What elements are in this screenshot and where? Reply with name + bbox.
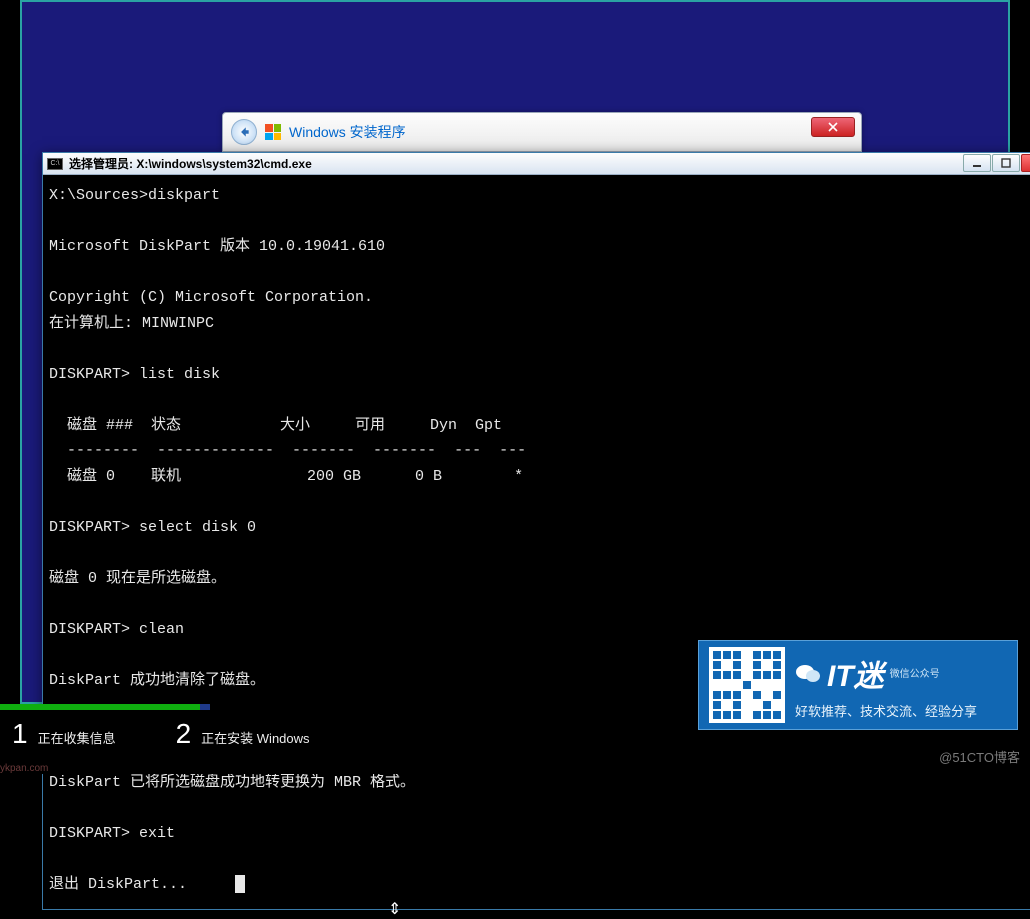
- terminal-line: 磁盘 ### 状态 大小 可用 Dyn Gpt: [49, 417, 502, 434]
- step-number: 2: [176, 718, 192, 750]
- close-button[interactable]: [1021, 154, 1030, 172]
- setup-window-title: Windows 安装程序: [289, 122, 406, 142]
- qr-code-icon: [709, 647, 785, 723]
- windows-setup-window: Windows 安装程序: [222, 112, 862, 152]
- step-installing-windows: 2 正在安装 Windows: [176, 718, 310, 750]
- arrow-left-icon: [237, 125, 251, 139]
- terminal-line: 在计算机上: MINWINPC: [49, 315, 214, 332]
- terminal-output[interactable]: X:\Sources>diskpart Microsoft DiskPart 版…: [43, 175, 1030, 909]
- cmd-window: C:\ 选择管理员: X:\windows\system32\cmd.exe X…: [42, 152, 1030, 910]
- watermark-brand: IT迷: [827, 651, 884, 695]
- watermark-tagline: 好软推荐、技术交流、经验分享: [795, 701, 977, 720]
- cmd-titlebar[interactable]: C:\ 选择管理员: X:\windows\system32\cmd.exe: [43, 153, 1030, 175]
- terminal-line: DISKPART> clean: [49, 621, 184, 638]
- credit-text: @51CTO博客: [939, 747, 1020, 766]
- terminal-line: Copyright (C) Microsoft Corporation.: [49, 289, 373, 306]
- close-icon: [828, 122, 838, 132]
- step-label: 正在收集信息: [38, 728, 116, 747]
- terminal-line: X:\Sources>diskpart: [49, 187, 220, 204]
- step-label: 正在安装 Windows: [201, 728, 309, 747]
- progress-active-segment: [200, 704, 210, 710]
- terminal-line: DISKPART> exit: [49, 825, 175, 842]
- windows-logo-icon: [265, 124, 281, 140]
- tiny-credit-text: ykpan.com: [0, 763, 48, 774]
- terminal-line: DISKPART> list disk: [49, 366, 220, 383]
- wechat-icon: [795, 662, 821, 684]
- terminal-line: 磁盘 0 联机 200 GB 0 B *: [49, 468, 523, 485]
- terminal-line: Microsoft DiskPart 版本 10.0.19041.610: [49, 238, 385, 255]
- terminal-line: DiskPart 已将所选磁盘成功地转更换为 MBR 格式。: [49, 774, 415, 791]
- minimize-button[interactable]: [963, 154, 991, 172]
- terminal-line: 磁盘 0 现在是所选磁盘。: [49, 570, 226, 587]
- step-number: 1: [12, 718, 28, 750]
- cmd-icon: C:\: [47, 158, 63, 170]
- watermark-text: IT迷 微信公众号 好软推荐、技术交流、经验分享: [795, 651, 977, 720]
- terminal-line: 退出 DiskPart...: [49, 876, 187, 893]
- desktop-background: Windows 安装程序 C:\ 选择管理员: X:\windows\syste…: [20, 0, 1010, 704]
- watermark-sub: 微信公众号: [890, 665, 940, 680]
- terminal-line: -------- ------------- ------- ------- -…: [49, 442, 526, 459]
- step-collecting-info: 1 正在收集信息: [12, 718, 116, 750]
- install-steps: 1 正在收集信息 2 正在安装 Windows: [12, 718, 310, 750]
- text-cursor: [235, 875, 245, 893]
- progress-complete-segment: [0, 704, 200, 710]
- setup-close-button[interactable]: [811, 117, 855, 137]
- minimize-icon: [972, 158, 982, 168]
- watermark-overlay: IT迷 微信公众号 好软推荐、技术交流、经验分享: [698, 640, 1018, 730]
- cmd-window-title: 选择管理员: X:\windows\system32\cmd.exe: [69, 155, 312, 172]
- terminal-line: DiskPart 成功地清除了磁盘。: [49, 672, 265, 689]
- back-button[interactable]: [231, 119, 257, 145]
- maximize-button[interactable]: [992, 154, 1020, 172]
- maximize-icon: [1001, 158, 1011, 168]
- terminal-line: DISKPART> select disk 0: [49, 519, 256, 536]
- window-controls: [963, 154, 1030, 172]
